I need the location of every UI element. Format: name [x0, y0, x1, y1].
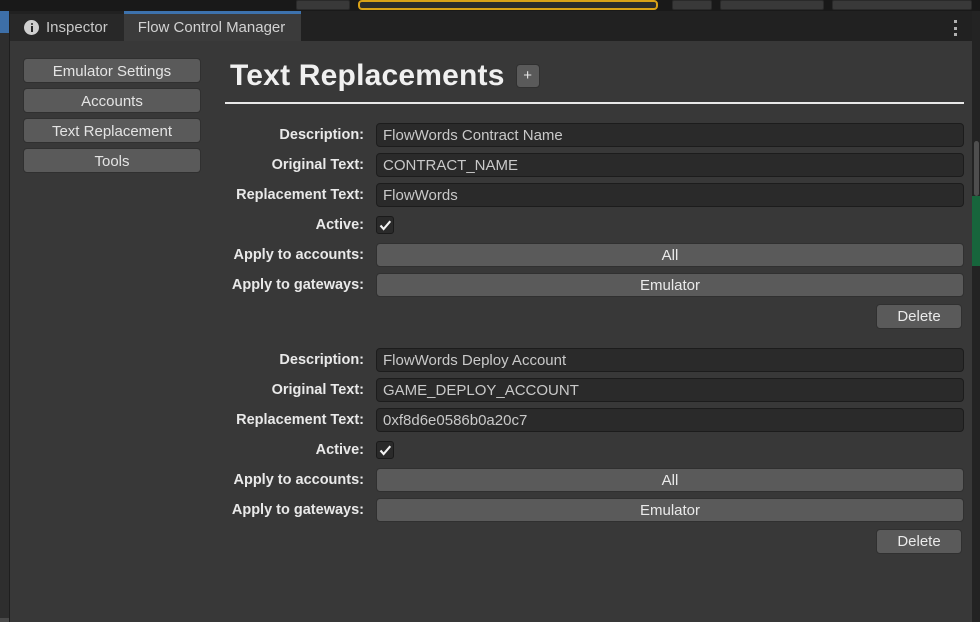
sidebar-item-tools[interactable]: Tools [23, 148, 201, 173]
description-input[interactable]: FlowWords Deploy Account [376, 348, 964, 372]
description-input[interactable]: FlowWords Contract Name [376, 123, 964, 147]
label-original-text: Original Text: [225, 382, 376, 398]
field-row-active: Active: [225, 437, 964, 463]
delete-row: Delete [225, 304, 964, 329]
right-dock-strip [972, 11, 980, 622]
sidebar: Emulator Settings Accounts Text Replacem… [10, 41, 195, 622]
left-dock-strip [0, 11, 10, 622]
replacement-text-input[interactable]: 0xf8d6e0586b0a20c7 [376, 408, 964, 432]
label-active: Active: [225, 442, 376, 458]
info-icon [24, 20, 39, 35]
label-original-text: Original Text: [225, 157, 376, 173]
apply-to-accounts-dropdown[interactable]: All [376, 243, 964, 267]
field-row-description: Description: FlowWords Deploy Account [225, 347, 964, 373]
label-replacement-text: Replacement Text: [225, 412, 376, 428]
replacement-text-input[interactable]: FlowWords [376, 183, 964, 207]
field-row-apply-to-accounts: Apply to accounts: All [225, 242, 964, 268]
text-replacement-entry: Description: FlowWords Deploy Account Or… [205, 329, 964, 554]
background-scrollbar[interactable] [974, 141, 979, 196]
background-toolbar [0, 0, 980, 11]
page-title-row: Text Replacements + [205, 41, 964, 93]
field-row-original-text: Original Text: GAME_DEPLOY_ACCOUNT [225, 377, 964, 403]
label-active: Active: [225, 217, 376, 233]
label-description: Description: [225, 127, 376, 143]
label-apply-to-accounts: Apply to accounts: [225, 247, 376, 263]
field-row-active: Active: [225, 212, 964, 238]
label-replacement-text: Replacement Text: [225, 187, 376, 203]
window-body: Emulator Settings Accounts Text Replacem… [10, 41, 972, 622]
kebab-dot-3 [954, 33, 957, 36]
background-toolbar-chip-3 [720, 0, 824, 10]
background-green-panel [972, 196, 980, 266]
left-dock-accent [0, 11, 9, 33]
delete-row: Delete [225, 529, 964, 554]
label-apply-to-gateways: Apply to gateways: [225, 502, 376, 518]
sidebar-item-text-replacement[interactable]: Text Replacement [23, 118, 201, 143]
window-tab-bar: Inspector Flow Control Manager [10, 11, 972, 41]
label-description: Description: [225, 352, 376, 368]
checkmark-icon [379, 219, 392, 232]
tab-flow-control-manager-label: Flow Control Manager [138, 19, 286, 36]
label-apply-to-accounts: Apply to accounts: [225, 472, 376, 488]
background-toolbar-chip-2 [672, 0, 712, 10]
field-row-description: Description: FlowWords Contract Name [225, 122, 964, 148]
apply-to-gateways-dropdown[interactable]: Emulator [376, 273, 964, 297]
delete-button[interactable]: Delete [876, 304, 962, 329]
tab-inspector-label: Inspector [46, 19, 108, 36]
text-replacement-entry: Description: FlowWords Contract Name Ori… [205, 104, 964, 329]
background-toolbar-chip-1 [296, 0, 350, 10]
add-replacement-button[interactable]: + [516, 64, 540, 88]
sidebar-item-accounts[interactable]: Accounts [23, 88, 201, 113]
label-apply-to-gateways: Apply to gateways: [225, 277, 376, 293]
tab-flow-control-manager[interactable]: Flow Control Manager [124, 11, 302, 41]
kebab-dot-2 [954, 27, 957, 30]
tab-inspector[interactable]: Inspector [10, 14, 124, 41]
field-row-replacement-text: Replacement Text: 0xf8d6e0586b0a20c7 [225, 407, 964, 433]
checkmark-icon [379, 444, 392, 457]
background-toolbar-chip-active [358, 0, 658, 10]
original-text-input[interactable]: CONTRACT_NAME [376, 153, 964, 177]
tab-bar-filler [301, 11, 972, 41]
field-row-apply-to-gateways: Apply to gateways: Emulator [225, 497, 964, 523]
sidebar-item-emulator-settings[interactable]: Emulator Settings [23, 58, 201, 83]
kebab-dot-1 [954, 20, 957, 23]
unity-editor-window: Inspector Flow Control Manager Emulator … [0, 0, 980, 622]
flow-control-manager-window: Inspector Flow Control Manager Emulator … [10, 11, 972, 622]
background-toolbar-chip-4 [832, 0, 972, 10]
left-dock-bottom-handle [0, 618, 9, 622]
original-text-input[interactable]: GAME_DEPLOY_ACCOUNT [376, 378, 964, 402]
kebab-menu-icon[interactable] [948, 20, 962, 36]
field-row-apply-to-accounts: Apply to accounts: All [225, 467, 964, 493]
active-checkbox[interactable] [376, 216, 394, 234]
field-row-apply-to-gateways: Apply to gateways: Emulator [225, 272, 964, 298]
field-row-replacement-text: Replacement Text: FlowWords [225, 182, 964, 208]
field-row-original-text: Original Text: CONTRACT_NAME [225, 152, 964, 178]
apply-to-accounts-dropdown[interactable]: All [376, 468, 964, 492]
page-title: Text Replacements [230, 59, 505, 93]
active-checkbox[interactable] [376, 441, 394, 459]
content-panel: Text Replacements + Description: FlowWor… [195, 41, 972, 622]
delete-button[interactable]: Delete [876, 529, 962, 554]
apply-to-gateways-dropdown[interactable]: Emulator [376, 498, 964, 522]
